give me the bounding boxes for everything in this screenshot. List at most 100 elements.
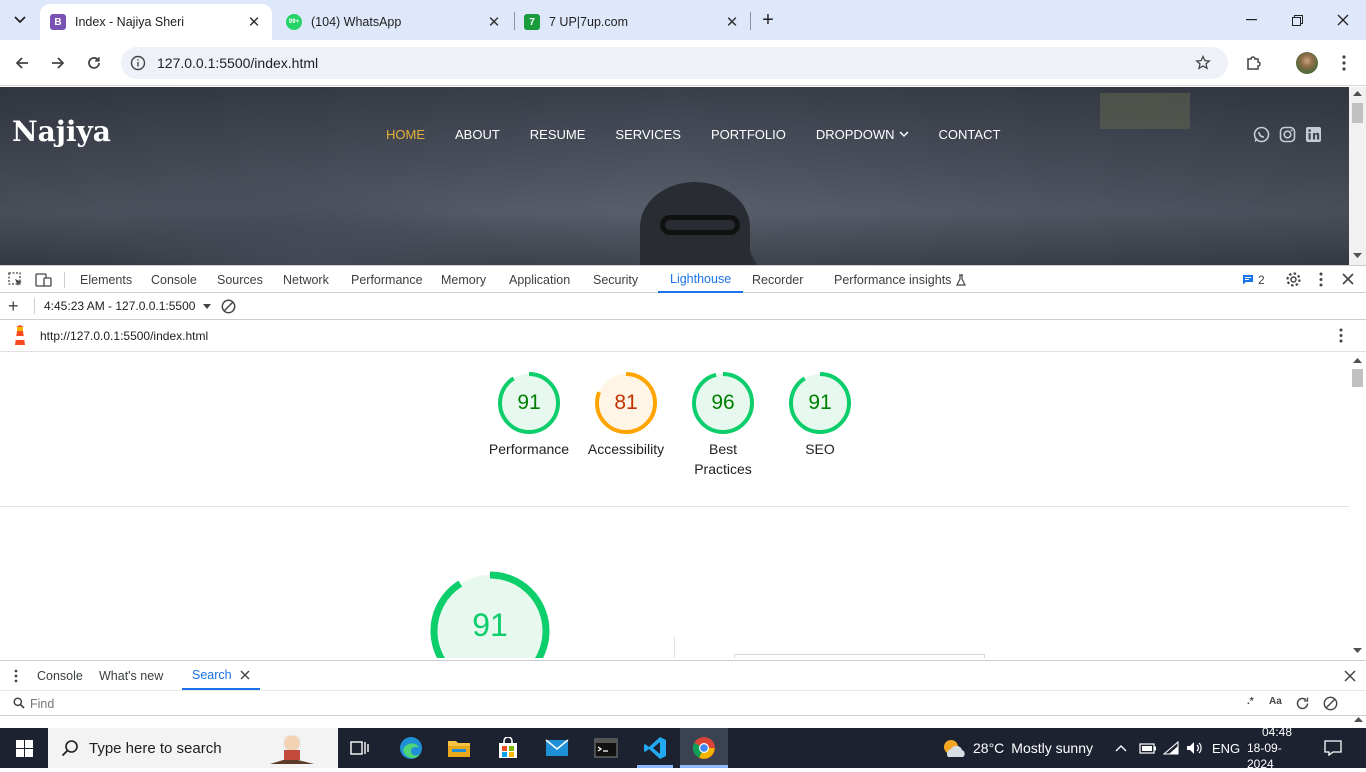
close-tab-icon[interactable]: ✕: [724, 14, 740, 31]
whatsapp-icon[interactable]: [1252, 125, 1270, 143]
score-gauge-best-practices[interactable]: 96 Best Practices: [691, 371, 755, 479]
input-language[interactable]: ENG: [1212, 728, 1240, 768]
lighthouse-logo-icon: [11, 325, 29, 347]
report-url[interactable]: http://127.0.0.1:5500/index.html: [40, 320, 208, 352]
clear-reports-icon[interactable]: [221, 299, 236, 314]
nav-services[interactable]: SERVICES: [615, 127, 681, 142]
caret-down-icon: [203, 303, 212, 309]
browser-tab[interactable]: B Index - Najiya Sheri ✕: [40, 4, 272, 40]
nav-contact[interactable]: CONTACT: [939, 127, 1001, 142]
score-gauge-performance[interactable]: 91 Performance: [489, 371, 569, 459]
metrics-divider: [674, 637, 675, 658]
report-menu-icon[interactable]: [1339, 328, 1343, 343]
clear-search-icon[interactable]: [1323, 696, 1338, 711]
wifi-icon[interactable]: [1163, 728, 1179, 768]
file-explorer-taskbar-app[interactable]: [435, 728, 483, 768]
tab-performance[interactable]: Performance: [351, 266, 423, 293]
page-scrollbar[interactable]: [1349, 87, 1366, 265]
report-selector[interactable]: 4:45:23 AM - 127.0.0.1:5500: [44, 293, 212, 319]
tab-elements[interactable]: Elements: [80, 266, 132, 293]
nav-about[interactable]: ABOUT: [455, 127, 500, 142]
match-case-toggle[interactable]: Aa: [1269, 696, 1282, 707]
address-bar[interactable]: 127.0.0.1:5500/index.html: [121, 47, 1228, 79]
nav-resume[interactable]: RESUME: [530, 127, 586, 142]
scrollbar-thumb[interactable]: [1352, 369, 1363, 387]
gauge-label: Performance: [488, 441, 570, 457]
close-window-button[interactable]: [1320, 0, 1366, 40]
chrome-menu-button[interactable]: [1330, 49, 1358, 77]
profile-avatar[interactable]: [1293, 49, 1321, 77]
close-drawer-icon[interactable]: [1344, 670, 1356, 682]
instagram-icon[interactable]: [1278, 125, 1296, 143]
windows-taskbar: Type here to search 28°C Mostly sunny EN…: [0, 725, 1366, 771]
battery-icon[interactable]: [1139, 728, 1157, 768]
tab-search-button[interactable]: [8, 9, 32, 31]
forward-button[interactable]: [44, 49, 72, 77]
scrollbar-thumb[interactable]: [1352, 103, 1363, 123]
search-icon: [61, 740, 78, 757]
new-tab-button[interactable]: +: [756, 8, 780, 32]
back-button[interactable]: [8, 49, 36, 77]
show-hidden-icons[interactable]: [1115, 728, 1127, 768]
vscode-taskbar-app[interactable]: [631, 728, 679, 768]
store-taskbar-app[interactable]: [484, 728, 532, 768]
drawer-menu-icon[interactable]: [14, 669, 18, 683]
tab-lighthouse[interactable]: Lighthouse: [658, 266, 744, 293]
nav-home[interactable]: HOME: [386, 127, 425, 142]
score-gauge-accessibility[interactable]: 81 Accessibility: [588, 371, 664, 459]
toolbar-divider: [34, 298, 35, 314]
volume-icon[interactable]: [1186, 728, 1204, 768]
chrome-taskbar-app[interactable]: [680, 728, 728, 768]
close-tab-icon[interactable]: ✕: [246, 14, 262, 31]
task-view-button[interactable]: [336, 728, 384, 768]
minimize-button[interactable]: [1228, 0, 1274, 40]
tab-recorder[interactable]: Recorder: [752, 266, 803, 293]
report-scrollbar[interactable]: [1349, 352, 1366, 658]
tab-sources[interactable]: Sources: [217, 266, 263, 293]
browser-tab[interactable]: 7 7 UP|7up.com ✕: [514, 4, 750, 40]
bookmark-star-icon[interactable]: [1195, 55, 1211, 71]
device-toolbar-icon[interactable]: [35, 272, 53, 288]
close-devtools-icon[interactable]: [1342, 273, 1354, 285]
devtools-menu-icon[interactable]: [1319, 272, 1323, 287]
close-tab-icon[interactable]: ✕: [486, 14, 502, 31]
tab-network[interactable]: Network: [283, 266, 329, 293]
taskbar-search-box[interactable]: Type here to search: [48, 728, 338, 768]
tab-console[interactable]: Console: [151, 266, 197, 293]
chrome-icon: [692, 737, 715, 759]
drawer-tab-console[interactable]: Console: [37, 661, 83, 691]
nav-portfolio[interactable]: PORTFOLIO: [711, 127, 786, 142]
drawer-tab-search[interactable]: Search: [182, 661, 260, 690]
refresh-search-icon[interactable]: [1295, 696, 1310, 711]
tab-security[interactable]: Security: [593, 266, 638, 293]
mail-taskbar-app[interactable]: [533, 728, 581, 768]
edge-taskbar-app[interactable]: [387, 728, 435, 768]
linkedin-icon[interactable]: [1304, 125, 1322, 143]
new-report-button[interactable]: +: [8, 297, 19, 315]
restore-icon: [1291, 14, 1303, 26]
extensions-button[interactable]: [1240, 49, 1268, 77]
start-button[interactable]: [0, 728, 48, 768]
terminal-taskbar-app[interactable]: [582, 728, 630, 768]
browser-tab[interactable]: 99+ (104) WhatsApp ✕: [276, 4, 512, 40]
scroll-up-icon: [1354, 717, 1363, 722]
search-input[interactable]: [30, 694, 1230, 713]
issues-counter[interactable]: 2: [1242, 266, 1265, 293]
site-logo[interactable]: Najiya: [12, 115, 111, 148]
clock[interactable]: 04:48 18-09-2024: [1247, 725, 1307, 771]
close-icon[interactable]: [240, 670, 250, 680]
nav-dropdown[interactable]: DROPDOWN: [816, 127, 909, 142]
reload-button[interactable]: [80, 49, 108, 77]
regex-toggle[interactable]: .*: [1247, 696, 1254, 707]
tab-memory[interactable]: Memory: [441, 266, 486, 293]
weather-widget[interactable]: 28°C Mostly sunny: [940, 728, 1093, 768]
tab-application[interactable]: Application: [509, 266, 570, 293]
tab-performance-insights[interactable]: Performance insights: [834, 266, 967, 293]
score-gauge-seo[interactable]: 91 SEO: [788, 371, 852, 459]
notifications-button[interactable]: [1324, 728, 1342, 768]
site-info-icon[interactable]: [130, 55, 146, 71]
restore-button[interactable]: [1274, 0, 1320, 40]
devtools-settings-icon[interactable]: [1285, 271, 1302, 288]
drawer-tab-whats-new[interactable]: What's new: [99, 661, 163, 691]
inspect-element-icon[interactable]: [8, 272, 24, 288]
